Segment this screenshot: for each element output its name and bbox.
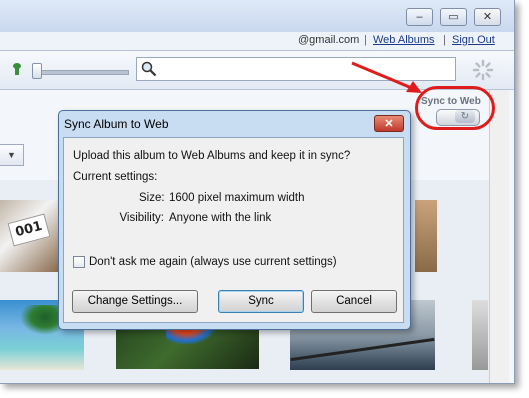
size-label: Size:: [139, 192, 165, 204]
sync-button[interactable]: Sync: [218, 290, 304, 313]
map-pin-stem: [15, 67, 19, 75]
sign-out-link[interactable]: Sign Out: [452, 34, 495, 46]
minimize-icon: –: [416, 11, 423, 23]
dont-ask-again-checkbox[interactable]: [73, 256, 85, 268]
account-email: @gmail.com: [298, 34, 360, 46]
dont-ask-again-label[interactable]: Don't ask me again (always use current s…: [89, 256, 337, 268]
maximize-button[interactable]: ▭: [440, 8, 467, 26]
album-dropdown[interactable]: ▼: [0, 144, 24, 166]
web-albums-link[interactable]: Web Albums: [373, 34, 435, 46]
link-separator: |: [443, 34, 446, 46]
minimize-button[interactable]: –: [406, 8, 433, 26]
dialog-close-button[interactable]: ✕: [374, 115, 404, 132]
loading-spinner-icon: [472, 59, 494, 81]
dialog-message: Upload this album to Web Albums and keep…: [73, 150, 351, 162]
toolbar: [0, 51, 514, 90]
size-value: 1600 pixel maximum width: [169, 192, 305, 204]
vertical-scrollbar[interactable]: [489, 90, 509, 383]
maximize-icon: ▭: [448, 11, 459, 23]
bridge-image: [290, 337, 435, 362]
zoom-slider-track[interactable]: [34, 70, 129, 75]
zoom-slider-thumb[interactable]: [32, 63, 42, 79]
dialog-title: Sync Album to Web: [64, 117, 169, 131]
photo-thumbnail[interactable]: [415, 200, 437, 272]
annotation-arrow-icon: [351, 61, 422, 93]
close-window-button[interactable]: ✕: [474, 8, 501, 26]
photo-tag-number: 001: [7, 213, 51, 247]
change-settings-button[interactable]: Change Settings...: [72, 290, 198, 313]
account-link-bar: @gmail.com | Web Albums | Sign Out: [0, 32, 514, 51]
photo-thumbnail[interactable]: 001: [0, 200, 58, 272]
chevron-down-icon: ▼: [7, 150, 16, 160]
visibility-value: Anyone with the link: [169, 212, 272, 224]
close-icon: ✕: [482, 11, 493, 23]
magnifier-icon: [141, 61, 157, 77]
title-bar: – ▭ ✕: [0, 0, 514, 32]
link-separator: |: [364, 34, 367, 46]
cancel-button[interactable]: Cancel: [311, 290, 397, 313]
current-settings-label: Current settings:: [73, 171, 158, 183]
visibility-label: Visibility:: [119, 212, 164, 224]
close-icon: ✕: [384, 118, 394, 130]
photo-thumbnail[interactable]: [472, 300, 488, 370]
